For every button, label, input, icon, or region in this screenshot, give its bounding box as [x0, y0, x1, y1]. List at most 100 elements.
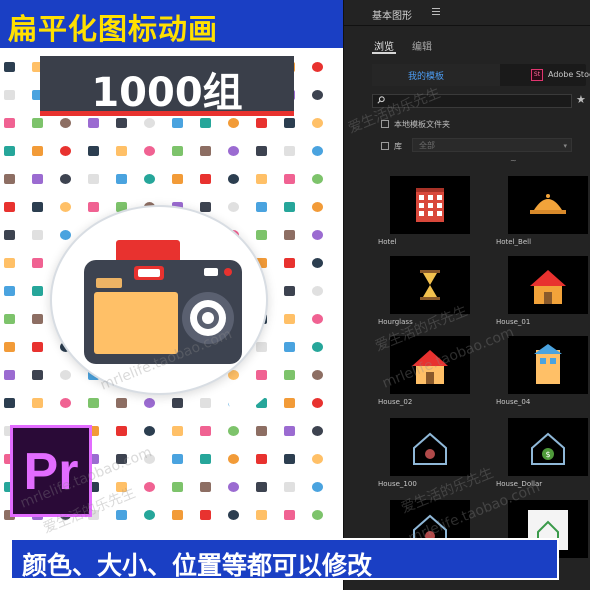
template-tile[interactable]	[508, 176, 588, 234]
template-tile[interactable]: $	[508, 418, 588, 476]
house-icon	[530, 270, 566, 304]
service-bell-icon	[530, 194, 566, 214]
mini-flat-icon	[312, 230, 323, 240]
mini-flat-icon	[312, 286, 323, 296]
mini-flat-icon	[88, 118, 99, 128]
mini-flat-icon	[284, 286, 295, 296]
template-tile[interactable]	[390, 256, 470, 314]
mini-flat-icon	[60, 202, 71, 212]
mini-flat-icon	[144, 146, 155, 156]
tab-edit[interactable]: 编辑	[412, 38, 432, 53]
mini-flat-icon	[228, 482, 239, 492]
premiere-pro-logo: Pr	[10, 425, 92, 517]
headline-text: 扁平化图标动画	[8, 12, 219, 46]
mini-flat-icon	[172, 146, 183, 156]
premiere-pro-logo-text: Pr	[23, 443, 79, 501]
mini-flat-icon	[284, 146, 295, 156]
adobe-stock-button[interactable]: Adobe Stock	[548, 70, 590, 79]
mini-flat-icon	[4, 286, 15, 296]
mini-flat-icon	[312, 146, 323, 156]
adobe-stock-icon[interactable]: St	[531, 69, 543, 81]
mini-flat-icon	[144, 118, 155, 128]
mini-flat-icon	[256, 454, 267, 464]
mini-flat-icon	[88, 146, 99, 156]
mini-flat-icon	[4, 230, 15, 240]
mini-flat-icon	[172, 426, 183, 436]
headline-banner: 扁平化图标动画	[0, 0, 343, 50]
template-tile-label: House_Dollar	[496, 480, 543, 488]
panel-title: 基本图形	[372, 11, 412, 22]
mini-flat-icon	[144, 426, 155, 436]
mini-flat-icon	[284, 314, 295, 324]
library-select-value: 全部	[419, 141, 435, 150]
mini-flat-icon	[32, 398, 43, 408]
mini-flat-icon	[256, 202, 267, 212]
template-tile[interactable]	[390, 176, 470, 234]
mini-flat-icon	[200, 174, 211, 184]
mini-flat-icon	[60, 146, 71, 156]
sort-indicator: ~	[510, 156, 517, 165]
panel-menu-icon[interactable]	[432, 8, 440, 16]
template-tile-label: Hourglass	[378, 318, 413, 326]
mini-flat-icon	[312, 118, 323, 128]
favorites-star-icon[interactable]: ★	[576, 93, 586, 106]
mini-flat-icon	[200, 398, 211, 408]
libraries-checkbox[interactable]	[381, 142, 389, 150]
bubble-tail	[222, 388, 276, 422]
mini-flat-icon	[200, 202, 211, 212]
mini-flat-icon	[144, 174, 155, 184]
mini-flat-icon	[32, 230, 43, 240]
template-tile[interactable]	[390, 336, 470, 394]
my-templates-button[interactable]: 我的模板	[372, 64, 500, 86]
house-icon	[412, 350, 448, 384]
mini-flat-icon	[284, 342, 295, 352]
camera-icon	[84, 240, 242, 364]
mini-flat-icon	[312, 258, 323, 268]
mini-flat-icon	[256, 482, 267, 492]
template-tile-label: Hotel	[378, 238, 397, 246]
mini-flat-icon	[284, 370, 295, 380]
mini-flat-icon	[88, 398, 99, 408]
mini-flat-icon	[256, 174, 267, 184]
mini-flat-icon	[32, 202, 43, 212]
count-text: 1000组	[91, 70, 243, 116]
mini-flat-icon	[32, 258, 43, 268]
mini-flat-icon	[228, 454, 239, 464]
mini-flat-icon	[312, 454, 323, 464]
mini-flat-icon	[4, 342, 15, 352]
mini-flat-icon	[200, 426, 211, 436]
mini-flat-icon	[60, 118, 71, 128]
mini-flat-icon	[88, 174, 99, 184]
mini-flat-icon	[32, 286, 43, 296]
template-tile-label: House_02	[378, 398, 413, 406]
mini-flat-icon	[116, 426, 127, 436]
library-select[interactable]: 全部 ▾	[412, 138, 572, 152]
template-tile[interactable]	[390, 418, 470, 476]
mini-flat-icon	[32, 342, 43, 352]
mini-flat-icon	[284, 258, 295, 268]
template-tile[interactable]	[508, 256, 588, 314]
template-tile[interactable]	[508, 336, 588, 394]
svg-text:$: $	[545, 450, 550, 459]
mini-flat-icon	[144, 482, 155, 492]
bottom-banner: 颜色、大小、位置等都可以修改	[10, 538, 559, 580]
mini-flat-icon	[256, 146, 267, 156]
mini-flat-icon	[4, 370, 15, 380]
template-tile-label: House_100	[378, 480, 417, 488]
tab-browse[interactable]: 浏览	[374, 38, 394, 53]
mini-flat-icon	[116, 174, 127, 184]
mini-flat-icon	[284, 482, 295, 492]
mini-flat-icon	[312, 174, 323, 184]
mini-flat-icon	[312, 314, 323, 324]
mini-flat-icon	[284, 174, 295, 184]
mini-flat-icon	[228, 174, 239, 184]
mini-flat-icon	[60, 398, 71, 408]
libraries-label: 库	[394, 142, 402, 151]
search-input[interactable]	[372, 94, 572, 108]
mini-flat-icon	[312, 62, 323, 72]
local-templates-checkbox[interactable]	[381, 120, 389, 128]
mini-flat-icon	[144, 510, 155, 520]
mini-flat-icon	[312, 482, 323, 492]
mini-flat-icon	[256, 230, 267, 240]
mini-flat-icon	[116, 146, 127, 156]
